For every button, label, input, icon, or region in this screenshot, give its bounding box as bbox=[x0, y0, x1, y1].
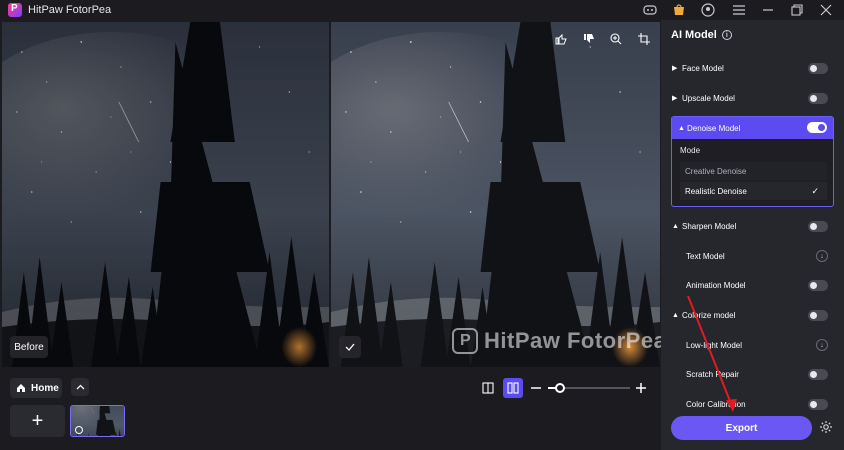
panel-title: AI Model i bbox=[671, 29, 732, 41]
model-row-animation[interactable]: Animation Model bbox=[672, 275, 834, 295]
app-title: HitPaw FotorPea bbox=[28, 4, 112, 16]
account-icon[interactable] bbox=[700, 2, 716, 18]
model-row-scratch[interactable]: Scratch Repair bbox=[672, 364, 834, 384]
model-label-face: Face Model bbox=[682, 63, 724, 73]
panel-title-text: AI Model bbox=[671, 29, 717, 41]
upscale-model-toggle[interactable] bbox=[808, 93, 828, 104]
model-row-calibration[interactable]: Color Calibration bbox=[672, 394, 834, 414]
download-icon[interactable]: ↓ bbox=[816, 250, 828, 262]
chevron-up-icon bbox=[76, 384, 84, 390]
info-icon[interactable]: i bbox=[721, 30, 732, 40]
model-label-calibration: Color Calibration bbox=[686, 399, 746, 409]
collapse-up-icon: ▲ bbox=[678, 124, 685, 132]
model-row-lowlight[interactable]: Low-light Model ↓ bbox=[672, 335, 834, 355]
after-photo bbox=[331, 22, 660, 367]
collapse-up-icon: ▲ bbox=[672, 311, 679, 319]
face-model-toggle[interactable] bbox=[808, 63, 828, 74]
model-row-colorize[interactable]: ▲ Colorize model bbox=[672, 305, 834, 325]
zoom-out-button[interactable] bbox=[530, 378, 542, 398]
download-icon[interactable]: ↓ bbox=[816, 339, 828, 351]
watermark-text: HitPaw FotorPea bbox=[484, 328, 667, 353]
home-label: Home bbox=[31, 382, 59, 394]
checkmark-icon: ✓ bbox=[811, 185, 819, 196]
sharpen-model-toggle[interactable] bbox=[808, 221, 828, 232]
zoom-in-button[interactable] bbox=[634, 378, 648, 398]
model-label-denoise: Denoise Model bbox=[687, 123, 741, 133]
model-label-animation: Animation Model bbox=[686, 280, 746, 290]
collapse-up-icon: ▲ bbox=[672, 222, 679, 230]
export-button[interactable]: Export bbox=[671, 416, 812, 440]
model-label-lowlight: Low-light Model bbox=[686, 340, 743, 350]
discord-icon[interactable] bbox=[642, 2, 658, 18]
settings-button[interactable] bbox=[818, 419, 834, 435]
mode-option-realistic[interactable]: Realistic Denoise ✓ bbox=[680, 182, 827, 200]
home-button[interactable]: Home bbox=[10, 378, 62, 398]
close-icon[interactable] bbox=[818, 2, 834, 18]
gear-icon bbox=[820, 421, 832, 433]
denoise-model-header[interactable]: ▲ Denoise Model bbox=[672, 117, 833, 139]
watermark-logo-icon bbox=[452, 328, 478, 354]
watermark: HitPaw FotorPea bbox=[452, 326, 666, 356]
model-row-upscale[interactable]: ▶ Upscale Model bbox=[672, 88, 834, 108]
before-photo bbox=[2, 22, 329, 367]
model-label-scratch: Scratch Repair bbox=[686, 369, 739, 379]
model-row-sharpen[interactable]: ▲ Sharpen Model bbox=[672, 216, 834, 236]
shop-icon[interactable] bbox=[671, 2, 687, 18]
menu-icon[interactable] bbox=[731, 2, 747, 18]
minimize-icon[interactable] bbox=[760, 2, 776, 18]
model-label-text: Text Model bbox=[686, 251, 725, 261]
after-image-panel bbox=[331, 22, 660, 367]
add-image-button[interactable]: + bbox=[10, 405, 65, 437]
mode-option-creative[interactable]: Creative Denoise bbox=[680, 162, 827, 180]
collapse-button[interactable] bbox=[71, 378, 89, 396]
before-label: Before bbox=[10, 336, 48, 358]
model-label-upscale: Upscale Model bbox=[682, 93, 735, 103]
expand-right-icon: ▶ bbox=[672, 65, 678, 72]
before-image-panel bbox=[2, 22, 329, 367]
thumbs-down-icon[interactable] bbox=[580, 30, 598, 48]
denoise-model-toggle[interactable] bbox=[807, 122, 827, 133]
single-view-button[interactable] bbox=[480, 379, 496, 397]
home-icon bbox=[17, 384, 25, 392]
expand-right-icon: ▶ bbox=[672, 95, 678, 102]
crop-icon[interactable] bbox=[635, 30, 653, 48]
thumbnail-badge-icon bbox=[75, 426, 83, 434]
color-calibration-toggle[interactable] bbox=[808, 399, 828, 410]
mode-option-label: Creative Denoise bbox=[685, 166, 747, 176]
split-view-button[interactable] bbox=[503, 378, 523, 398]
animation-model-toggle[interactable] bbox=[808, 280, 828, 291]
zoom-slider[interactable] bbox=[548, 383, 630, 393]
model-row-face[interactable]: ▶ Face Model bbox=[672, 58, 834, 78]
scratch-repair-toggle[interactable] bbox=[808, 369, 828, 380]
mode-label: Mode bbox=[680, 146, 701, 155]
denoise-model-card: ▲ Denoise Model Mode Creative Denoise Re… bbox=[671, 116, 834, 207]
restore-icon[interactable] bbox=[789, 2, 805, 18]
model-row-text[interactable]: Text Model ↓ bbox=[672, 246, 834, 266]
app-logo-icon bbox=[8, 3, 22, 17]
thumbs-up-icon[interactable] bbox=[552, 30, 570, 48]
colorize-model-toggle[interactable] bbox=[808, 310, 828, 321]
image-thumbnail[interactable] bbox=[70, 405, 125, 437]
check-icon[interactable] bbox=[339, 336, 361, 358]
title-bar: HitPaw FotorPea bbox=[0, 0, 844, 20]
model-label-sharpen: Sharpen Model bbox=[682, 221, 737, 231]
zoom-icon[interactable] bbox=[607, 30, 625, 48]
model-label-colorize: Colorize model bbox=[682, 310, 736, 320]
mode-option-label: Realistic Denoise bbox=[685, 186, 747, 196]
